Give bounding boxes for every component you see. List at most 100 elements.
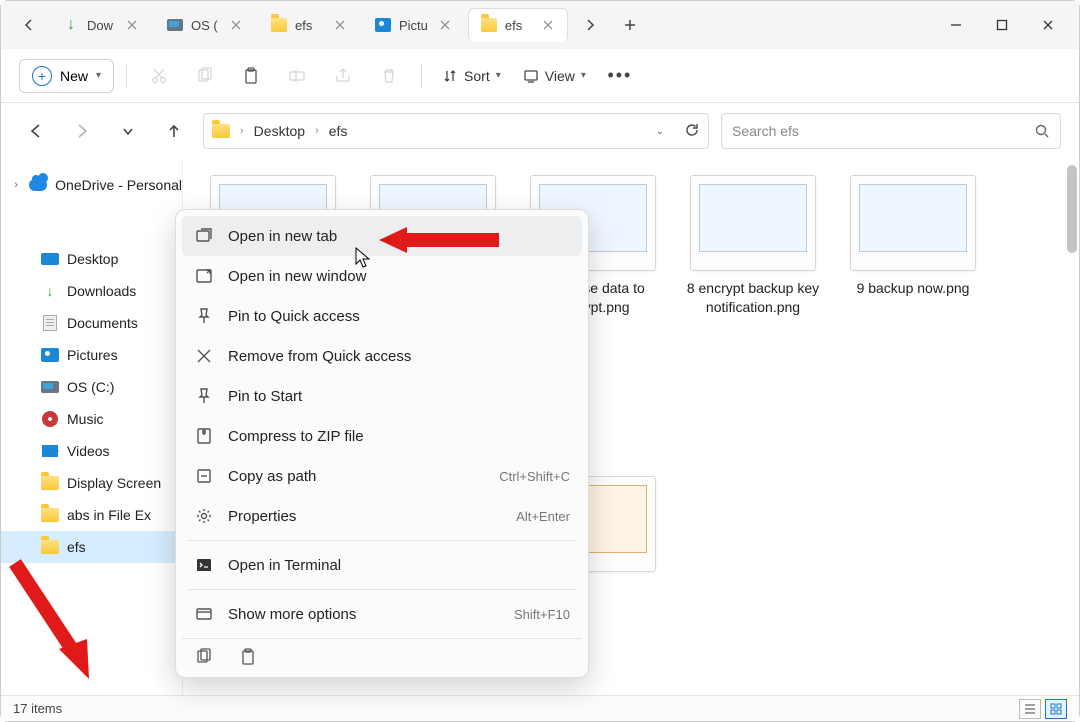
cut-button[interactable] [139, 58, 179, 94]
sidebar-item-label: Documents [67, 315, 138, 331]
sidebar-item-efs[interactable]: efs [1, 531, 182, 563]
sidebar-item-label: Desktop [67, 251, 118, 267]
thumbnails-view-button[interactable] [1045, 699, 1067, 719]
sidebar-item-label: Videos [67, 443, 110, 459]
chevron-right-icon: › [315, 125, 319, 137]
pin-icon [194, 386, 214, 406]
new-button[interactable]: + New ▾ [19, 59, 114, 93]
tab-nav-back[interactable] [9, 8, 49, 42]
share-button[interactable] [323, 58, 363, 94]
close-icon[interactable] [123, 16, 141, 34]
paste-icon[interactable] [238, 647, 258, 667]
sidebar-item-onedrive[interactable]: › OneDrive - Personal [1, 169, 182, 201]
sidebar-item-icon [41, 410, 59, 428]
sidebar-item-icon: ↓ [41, 282, 59, 300]
sidebar-item-desktop[interactable]: Desktop [1, 243, 182, 275]
more-button[interactable]: ••• [600, 58, 640, 94]
context-menu-item-open-in-new-window[interactable]: Open in new window [182, 256, 582, 296]
context-menu-item-copy-as-path[interactable]: Copy as pathCtrl+Shift+C [182, 456, 582, 496]
tab-0[interactable]: ↓Dow [51, 8, 151, 42]
file-name: 8 encrypt backup key notification.png [683, 279, 823, 317]
sidebar-item-abs-in-file-ex[interactable]: abs in File Ex [1, 499, 182, 531]
sidebar-item-icon [41, 506, 59, 524]
more-icon [194, 604, 214, 624]
address-row: › Desktop › efs ⌄ [1, 103, 1079, 159]
context-menu-label: Pin to Start [228, 388, 570, 405]
context-menu-label: Open in new tab [228, 228, 570, 245]
scrollbar[interactable] [1065, 159, 1079, 697]
context-menu-accelerator: Alt+Enter [516, 509, 570, 524]
context-menu-item-pin-to-start[interactable]: Pin to Start [182, 376, 582, 416]
context-menu-item-open-in-new-tab[interactable]: Open in new tab [182, 216, 582, 256]
context-menu-item-open-in-terminal[interactable]: Open in Terminal [182, 545, 582, 585]
close-icon[interactable] [436, 16, 454, 34]
sidebar-item-icon [41, 538, 59, 556]
context-menu-item-compress-to-zip-file[interactable]: Compress to ZIP file [182, 416, 582, 456]
context-menu-accelerator: Ctrl+Shift+C [499, 469, 570, 484]
sidebar-item-os-c-[interactable]: OS (C:) [1, 371, 182, 403]
window-controls [933, 5, 1071, 45]
view-button[interactable]: View ▾ [515, 62, 594, 90]
chevron-down-icon[interactable]: ⌄ [656, 126, 664, 137]
tab-4[interactable]: efs [468, 8, 568, 42]
close-button[interactable] [1025, 5, 1071, 45]
paste-button[interactable] [231, 58, 271, 94]
copy-button[interactable] [185, 58, 225, 94]
tab-nav-forward[interactable] [570, 8, 610, 42]
context-menu-footer [182, 638, 582, 671]
sidebar-item-label: abs in File Ex [67, 507, 151, 523]
remove-icon [194, 346, 214, 366]
context-menu-label: Open in new window [228, 268, 570, 285]
sort-button[interactable]: Sort ▾ [434, 62, 509, 90]
sidebar-item-videos[interactable]: Videos [1, 435, 182, 467]
scrollbar-thumb[interactable] [1067, 165, 1077, 253]
context-menu-accelerator: Shift+F10 [514, 607, 570, 622]
address-bar[interactable]: › Desktop › efs ⌄ [203, 113, 709, 149]
new-tab-button[interactable] [610, 8, 650, 42]
nav-forward[interactable] [65, 114, 99, 148]
path-icon [194, 466, 214, 486]
context-menu-item-properties[interactable]: PropertiesAlt+Enter [182, 496, 582, 536]
sidebar-item-documents[interactable]: Documents [1, 307, 182, 339]
search-box[interactable] [721, 113, 1061, 149]
breadcrumb-efs[interactable]: efs [329, 123, 348, 139]
context-menu-item-pin-to-quick-access[interactable]: Pin to Quick access [182, 296, 582, 336]
sidebar-item-downloads[interactable]: ↓Downloads [1, 275, 182, 307]
context-menu-item-show-more-options[interactable]: Show more optionsShift+F10 [182, 594, 582, 634]
new-window-icon [194, 266, 214, 286]
zip-icon [194, 426, 214, 446]
maximize-button[interactable] [979, 5, 1025, 45]
breadcrumb-desktop[interactable]: Desktop [254, 123, 305, 139]
search-input[interactable] [732, 123, 1026, 139]
minimize-button[interactable] [933, 5, 979, 45]
pin-icon [194, 306, 214, 326]
sidebar-item-pictures[interactable]: Pictures [1, 339, 182, 371]
file-item[interactable]: 8 encrypt backup key notification.png [683, 175, 823, 317]
details-view-button[interactable] [1019, 699, 1041, 719]
sort-label: Sort [464, 68, 490, 84]
close-icon[interactable] [539, 16, 557, 34]
nav-back[interactable] [19, 114, 53, 148]
command-bar: + New ▾ Sort ▾ View ▾ ••• [1, 49, 1079, 103]
tab-3[interactable]: Pictu [363, 8, 464, 42]
tab-2[interactable]: efs [259, 8, 359, 42]
search-icon [1034, 123, 1050, 139]
delete-button[interactable] [369, 58, 409, 94]
rename-button[interactable] [277, 58, 317, 94]
expand-icon[interactable]: › [11, 179, 21, 191]
refresh-button[interactable] [684, 122, 700, 141]
file-item[interactable]: 9 backup now.png [843, 175, 983, 317]
copy-icon[interactable] [194, 647, 214, 667]
nav-up[interactable] [157, 114, 191, 148]
sidebar-item-icon [41, 346, 59, 364]
close-icon[interactable] [331, 16, 349, 34]
close-icon[interactable] [227, 16, 245, 34]
tab-icon: ↓ [63, 17, 79, 33]
properties-icon [194, 506, 214, 526]
sidebar-item-display-screen[interactable]: Display Screen [1, 467, 182, 499]
nav-recent[interactable] [111, 114, 145, 148]
tab-1[interactable]: OS ( [155, 8, 255, 42]
sidebar-item-music[interactable]: Music [1, 403, 182, 435]
chevron-down-icon: ▾ [581, 70, 586, 81]
context-menu-item-remove-from-quick-access[interactable]: Remove from Quick access [182, 336, 582, 376]
